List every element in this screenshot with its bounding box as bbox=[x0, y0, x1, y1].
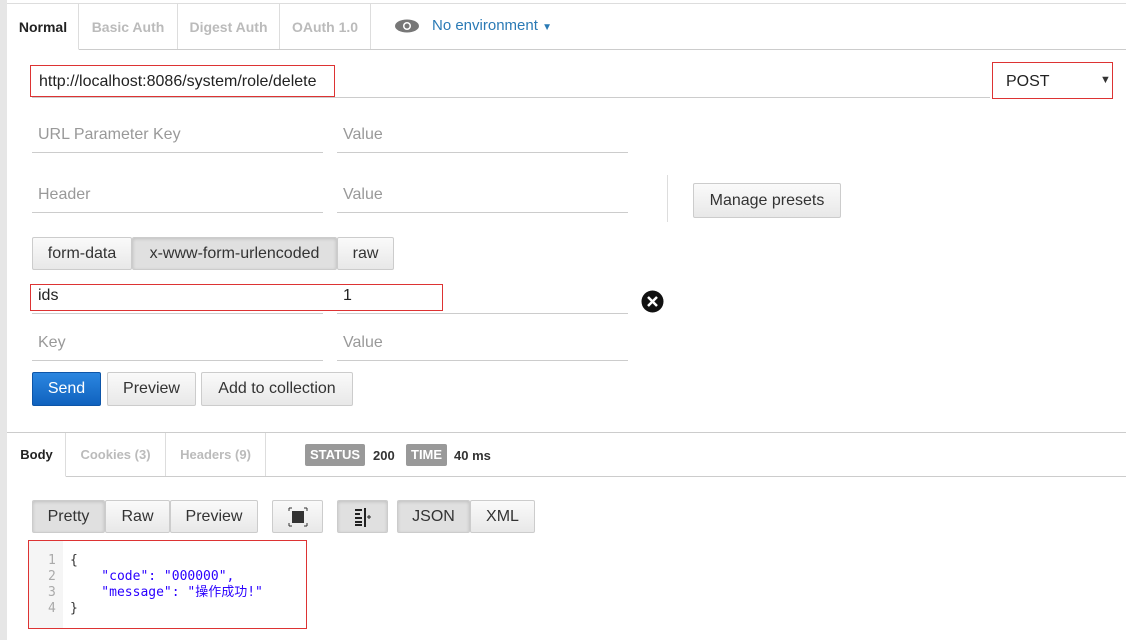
eye-icon[interactable] bbox=[394, 18, 420, 34]
tab-body[interactable]: Body bbox=[8, 433, 66, 477]
raw-view-button[interactable]: Raw bbox=[105, 500, 170, 533]
caret-down-icon: ▼ bbox=[542, 22, 552, 33]
manage-presets-button[interactable]: Manage presets bbox=[693, 183, 841, 218]
preview-button[interactable]: Preview bbox=[107, 372, 196, 406]
json-button[interactable]: JSON bbox=[397, 500, 470, 533]
divider bbox=[667, 175, 668, 222]
url-underline bbox=[32, 97, 990, 98]
form-data-button[interactable]: form-data bbox=[32, 237, 132, 270]
response-code: { "code": "000000", "message": "操作成功!"} bbox=[70, 553, 263, 617]
url-value: http://localhost:8086/system/role/delete bbox=[39, 73, 317, 90]
underline bbox=[32, 360, 323, 361]
status-value: 200 bbox=[373, 448, 395, 463]
fullscreen-icon bbox=[288, 507, 307, 527]
underline bbox=[337, 313, 628, 314]
tab-normal[interactable]: Normal bbox=[8, 4, 79, 50]
tab-basic-auth[interactable]: Basic Auth bbox=[79, 4, 178, 50]
url-param-key-input[interactable]: URL Parameter Key bbox=[38, 126, 181, 144]
raw-button[interactable]: raw bbox=[337, 237, 394, 270]
remove-param-icon[interactable] bbox=[641, 290, 664, 313]
xml-button[interactable]: XML bbox=[470, 500, 535, 533]
new-key-input[interactable]: Key bbox=[38, 334, 66, 352]
tab-cookies[interactable]: Cookies (3) bbox=[66, 433, 166, 477]
caret-down-icon: ▼ bbox=[1100, 74, 1111, 86]
tab-headers[interactable]: Headers (9) bbox=[166, 433, 266, 477]
preview-view-button[interactable]: Preview bbox=[170, 500, 258, 533]
fullscreen-button[interactable] bbox=[272, 500, 323, 533]
code-line: } bbox=[70, 601, 78, 616]
code-line: { bbox=[70, 553, 78, 568]
line-numbers: 1 2 3 4 bbox=[48, 553, 56, 616]
left-scrollbar[interactable] bbox=[0, 0, 7, 640]
tab-oauth[interactable]: OAuth 1.0 bbox=[280, 4, 371, 50]
wrap-lines-icon bbox=[354, 508, 371, 527]
param-value-input[interactable]: 1 bbox=[343, 287, 352, 305]
underline bbox=[32, 313, 323, 314]
method-value: POST bbox=[1006, 73, 1050, 90]
header-value-input[interactable]: Value bbox=[343, 186, 383, 204]
send-button[interactable]: Send bbox=[32, 372, 101, 406]
underline bbox=[337, 212, 628, 213]
urlencoded-button[interactable]: x-www-form-urlencoded bbox=[132, 237, 337, 270]
code-line: "message": "操作成功!" bbox=[70, 585, 263, 600]
environment-select[interactable]: No environment ▼ bbox=[432, 17, 552, 34]
tab-divider bbox=[79, 49, 1126, 50]
code-line: "code": "000000", bbox=[70, 569, 235, 584]
new-value-input[interactable]: Value bbox=[343, 334, 383, 352]
underline bbox=[337, 152, 628, 153]
tab-digest-auth[interactable]: Digest Auth bbox=[178, 4, 280, 50]
add-to-collection-button[interactable]: Add to collection bbox=[201, 372, 353, 406]
param-key-input[interactable]: ids bbox=[38, 287, 58, 305]
underline bbox=[32, 152, 323, 153]
environment-label: No environment bbox=[432, 17, 538, 34]
underline bbox=[337, 360, 628, 361]
underline bbox=[32, 212, 323, 213]
status-badge: STATUS bbox=[305, 444, 366, 466]
line-gutter bbox=[29, 541, 63, 628]
pretty-button[interactable]: Pretty bbox=[32, 500, 105, 533]
url-param-value-input[interactable]: Value bbox=[343, 126, 383, 144]
header-key-input[interactable]: Header bbox=[38, 186, 90, 204]
tab-divider bbox=[66, 476, 1126, 477]
body-param-row bbox=[30, 284, 443, 311]
time-badge: TIME bbox=[406, 444, 448, 466]
time-value: 40 ms bbox=[454, 448, 491, 463]
wrap-button[interactable] bbox=[337, 500, 388, 533]
